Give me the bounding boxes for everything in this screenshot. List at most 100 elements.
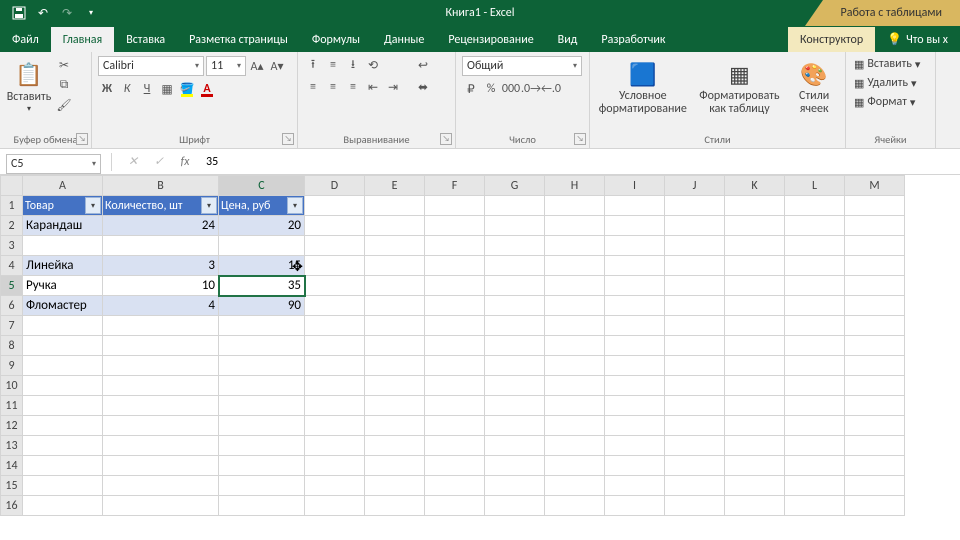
- conditional-formatting-button[interactable]: 🟦Условное форматирование: [596, 56, 690, 116]
- inc-decimal-icon[interactable]: .0→: [522, 80, 540, 98]
- col-header-K[interactable]: K: [725, 176, 785, 196]
- col-header-L[interactable]: L: [785, 176, 845, 196]
- row-header-1[interactable]: 1: [1, 196, 23, 216]
- clipboard-launcher[interactable]: ↘: [76, 133, 88, 145]
- font-color-button[interactable]: А: [198, 80, 216, 98]
- filter-icon[interactable]: ▾: [287, 197, 303, 214]
- indent-inc-icon[interactable]: ⇥: [384, 78, 402, 96]
- save-icon[interactable]: [8, 2, 30, 24]
- number-launcher[interactable]: ↘: [574, 133, 586, 145]
- cell-B5[interactable]: 10: [103, 276, 219, 296]
- italic-button[interactable]: К: [118, 80, 136, 98]
- qat-customize-icon[interactable]: ▾: [80, 2, 102, 24]
- cell-B3[interactable]: [103, 236, 219, 256]
- fx-icon[interactable]: fx: [174, 155, 196, 169]
- col-header-G[interactable]: G: [485, 176, 545, 196]
- filter-icon[interactable]: ▾: [85, 197, 101, 214]
- font-launcher[interactable]: ↘: [282, 133, 294, 145]
- tab-developer[interactable]: Разработчик: [589, 27, 677, 52]
- row-header-11[interactable]: 11: [1, 396, 23, 416]
- row-header-4[interactable]: 4: [1, 256, 23, 276]
- col-header-A[interactable]: A: [23, 176, 103, 196]
- table-header-b[interactable]: Количество, шт▾: [103, 196, 219, 216]
- align-right-icon[interactable]: ≡: [344, 78, 362, 96]
- border-button[interactable]: ▦: [158, 80, 176, 98]
- tab-formulas[interactable]: Формулы: [300, 27, 372, 52]
- table-header-a[interactable]: Товар▾: [23, 196, 103, 216]
- paste-button[interactable]: 📋 Вставить ▾: [6, 56, 52, 114]
- tell-me[interactable]: 💡Что вы х: [875, 26, 960, 52]
- row-header-10[interactable]: 10: [1, 376, 23, 396]
- bold-button[interactable]: Ж: [98, 80, 116, 98]
- merge-icon[interactable]: ⬌: [409, 78, 437, 96]
- indent-dec-icon[interactable]: ⇤: [364, 78, 382, 96]
- align-bottom-icon[interactable]: ⭳: [344, 56, 362, 74]
- align-left-icon[interactable]: ≡: [304, 78, 322, 96]
- cell-A2[interactable]: Карандаш: [23, 216, 103, 236]
- format-cells-button[interactable]: ▦ Формат ▾: [852, 94, 917, 110]
- format-as-table-button[interactable]: ▦Форматировать как таблицу: [693, 56, 787, 116]
- undo-icon[interactable]: ↶: [32, 2, 54, 24]
- number-format-combo[interactable]: Общий▾: [462, 56, 582, 76]
- cell-C4[interactable]: 15: [219, 256, 305, 276]
- cell-A4[interactable]: Линейка: [23, 256, 103, 276]
- tab-insert[interactable]: Вставка: [114, 27, 177, 52]
- tab-design[interactable]: Конструктор: [788, 27, 875, 52]
- row-header-13[interactable]: 13: [1, 436, 23, 456]
- tab-data[interactable]: Данные: [372, 27, 436, 52]
- cell-C5[interactable]: 35: [219, 276, 305, 296]
- align-top-icon[interactable]: ⭱: [304, 56, 322, 74]
- comma-icon[interactable]: 000: [502, 80, 520, 98]
- row-header-9[interactable]: 9: [1, 356, 23, 376]
- col-header-J[interactable]: J: [665, 176, 725, 196]
- tab-view[interactable]: Вид: [546, 27, 590, 52]
- font-size-combo[interactable]: 11▾: [206, 56, 246, 76]
- cut-icon[interactable]: ✂: [55, 56, 73, 74]
- tab-file[interactable]: Файл: [0, 27, 51, 52]
- row-header-12[interactable]: 12: [1, 416, 23, 436]
- col-header-B[interactable]: B: [103, 176, 219, 196]
- tab-layout[interactable]: Разметка страницы: [177, 27, 300, 52]
- row-header-14[interactable]: 14: [1, 456, 23, 476]
- col-header-M[interactable]: M: [845, 176, 905, 196]
- row-header-7[interactable]: 7: [1, 316, 23, 336]
- shrink-font-icon[interactable]: A▾: [268, 57, 286, 75]
- row-header-15[interactable]: 15: [1, 476, 23, 496]
- table-header-c[interactable]: Цена, руб▾: [219, 196, 305, 216]
- align-center-icon[interactable]: ≡: [324, 78, 342, 96]
- font-name-combo[interactable]: Calibri▾: [98, 56, 204, 76]
- cell-C3[interactable]: [219, 236, 305, 256]
- row-header-16[interactable]: 16: [1, 496, 23, 516]
- cell-B4[interactable]: 3: [103, 256, 219, 276]
- col-header-H[interactable]: H: [545, 176, 605, 196]
- worksheet[interactable]: A B C D E F G H I J K L M 1 Товар▾ Колич…: [0, 175, 960, 516]
- select-all-corner[interactable]: [1, 176, 23, 196]
- underline-button[interactable]: Ч: [138, 80, 156, 98]
- fill-color-button[interactable]: 🪣: [178, 80, 196, 98]
- dec-decimal-icon[interactable]: ←.0: [542, 80, 560, 98]
- align-middle-icon[interactable]: ≡: [324, 56, 342, 74]
- wrap-text-icon[interactable]: ↩: [409, 56, 437, 74]
- percent-icon[interactable]: %: [482, 80, 500, 98]
- orientation-icon[interactable]: ⟲: [364, 56, 382, 74]
- row-header-3[interactable]: 3: [1, 236, 23, 256]
- redo-icon[interactable]: ↷: [56, 2, 78, 24]
- col-header-F[interactable]: F: [425, 176, 485, 196]
- tab-review[interactable]: Рецензирование: [436, 27, 545, 52]
- align-launcher[interactable]: ↘: [440, 133, 452, 145]
- cell-A6[interactable]: Фломастер: [23, 296, 103, 316]
- copy-icon[interactable]: ⧉: [55, 76, 73, 94]
- row-header-8[interactable]: 8: [1, 336, 23, 356]
- delete-cells-button[interactable]: ▦ Удалить ▾: [852, 75, 919, 91]
- enter-icon[interactable]: ✓: [148, 154, 170, 169]
- row-header-5[interactable]: 5: [1, 276, 23, 296]
- cell-A3[interactable]: [23, 236, 103, 256]
- row-header-6[interactable]: 6: [1, 296, 23, 316]
- currency-icon[interactable]: ₽: [462, 80, 480, 98]
- grow-font-icon[interactable]: A▴: [248, 57, 266, 75]
- format-painter-icon[interactable]: 🖌: [55, 96, 73, 114]
- cancel-icon[interactable]: ✕: [122, 154, 144, 169]
- cell-A5[interactable]: Ручка: [23, 276, 103, 296]
- name-box[interactable]: C5▾: [6, 154, 101, 174]
- cell-B2[interactable]: 24: [103, 216, 219, 236]
